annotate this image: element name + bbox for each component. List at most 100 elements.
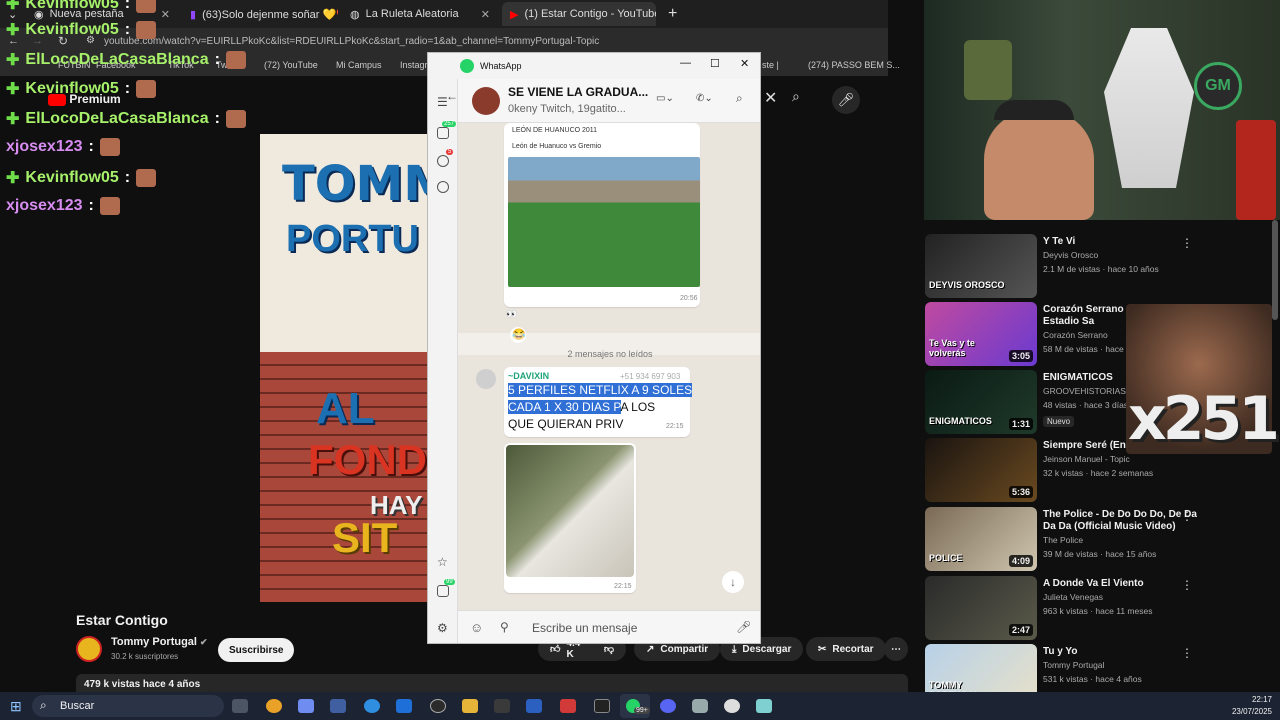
badge-icon: ✚	[6, 81, 20, 98]
bookmark-partial[interactable]: ste |	[762, 60, 779, 70]
video-thumbnail[interactable]: POLICE 4:09	[925, 507, 1037, 571]
minimize-icon[interactable]: —	[680, 57, 691, 69]
video-thumbnail[interactable]: DEYVIS OROSCO	[925, 234, 1037, 298]
more-options-icon[interactable]: ⋮	[1181, 646, 1193, 660]
chat-username: Kevinflow05	[25, 80, 119, 97]
video-thumbnail[interactable]: Te Vas y te volverás 3:05	[925, 302, 1037, 366]
star-icon[interactable]: ☆	[437, 555, 448, 569]
clock-date[interactable]: 23/07/2025	[1226, 707, 1272, 716]
bookmark-mi-campus[interactable]: Mi Campus	[336, 60, 382, 70]
recommendation-channel[interactable]: Jeinson Manuel - Topic	[1043, 454, 1130, 464]
clip-button[interactable]: ✂ Recortar	[806, 637, 886, 661]
video-player[interactable]: TOMM PORTU AL FOND HAY SIT	[260, 134, 428, 602]
outlook-icon[interactable]	[396, 699, 412, 713]
microphone-icon[interactable]: 🎤︎	[736, 620, 751, 634]
scroll-down-button[interactable]: ↓	[722, 571, 744, 593]
microphone-icon[interactable]: 🎤︎	[832, 86, 860, 114]
subscribe-button[interactable]: Suscribirse	[218, 638, 295, 662]
recommendation-title[interactable]: Tu y Yo	[1043, 646, 1203, 658]
recommendation-channel[interactable]: Tommy Portugal	[1043, 660, 1104, 670]
recommendation-channel[interactable]: Deyvis Orosco	[1043, 250, 1098, 260]
channel-name[interactable]: Tommy Portugal ✔	[111, 636, 208, 648]
recommendation-channel[interactable]: Julieta Venegas	[1043, 592, 1103, 602]
more-options-icon[interactable]: ⋮	[1181, 578, 1193, 592]
recommendation-item[interactable]: POLICE 4:09 The Police - De Do Do Do, De D…	[925, 507, 1265, 573]
recommendation-item[interactable]: DEYVIS OROSCO Y Te Vi Deyvis Orosco 2.1 M d…	[925, 234, 1265, 300]
video-thumbnail[interactable]: 2:47	[925, 576, 1037, 640]
url-field[interactable]: youtube.com/watch?v=EUIRLLPkoKc&list=RDE…	[104, 36, 599, 47]
more-options-icon[interactable]: ⋮	[1181, 236, 1193, 250]
search-icon[interactable]: ⌕	[736, 91, 743, 106]
cat-photo[interactable]	[506, 445, 634, 577]
voice-call-icon[interactable]: ✆⌄	[696, 93, 713, 104]
edge-icon[interactable]	[364, 699, 380, 713]
close-icon[interactable]: ✕	[161, 8, 170, 21]
whatsapp-taskbar-button[interactable]: 99+	[620, 694, 650, 718]
tab-youtube[interactable]: ▶ (1) Estar Contigo - YouTube 🔊 ✕	[502, 2, 656, 26]
more-options-icon[interactable]: ⋮	[1181, 509, 1193, 523]
video-thumbnail[interactable]: ENIGMATICOS 1:31	[925, 370, 1037, 434]
archive-icon[interactable]	[437, 585, 449, 597]
settings-icon[interactable]: ⚙	[437, 621, 448, 635]
discord-icon[interactable]	[660, 699, 676, 713]
football-photo[interactable]	[508, 157, 700, 287]
search-icon[interactable]: ⌕	[792, 88, 800, 105]
image-message[interactable]: 22:15	[504, 443, 636, 593]
thumbs-down-icon[interactable]: 👎︎	[604, 643, 614, 655]
close-icon[interactable]: ✕	[740, 57, 749, 70]
card-subtitle: León de Huanuco vs Gremio	[512, 143, 602, 150]
recommendation-meta: 48 vistas · hace 3 días	[1043, 400, 1129, 410]
copilot-icon[interactable]	[298, 699, 314, 713]
word-icon[interactable]	[526, 699, 542, 713]
more-actions-button[interactable]: ⋯	[884, 637, 908, 661]
maximize-icon[interactable]: ☐	[710, 57, 720, 70]
back-arrow-icon[interactable]: ←	[446, 89, 458, 103]
recommendation-item[interactable]: 2:47 A Donde Va El Viento Julieta Venegas 9…	[925, 576, 1265, 642]
task-view-icon[interactable]	[232, 699, 248, 713]
scrollbar-thumb[interactable]	[1272, 220, 1278, 320]
file-explorer-icon[interactable]	[462, 699, 478, 713]
windows-start-icon[interactable]: ⊞	[10, 698, 22, 715]
chats-icon[interactable]	[437, 127, 449, 139]
chat-header[interactable]: ← SE VIENE LA GRADUA... 0keny Twitch, 19…	[446, 79, 760, 123]
bookmark-passo-bem[interactable]: (274) PASSO BEM S...	[808, 60, 900, 70]
calls-icon[interactable]	[437, 155, 449, 167]
channel-avatar[interactable]	[76, 636, 102, 662]
message-bubble[interactable]: ~DAVIXIN +51 934 697 903 5 PERFILES NETF…	[504, 367, 693, 437]
video-thumbnail[interactable]: 5:36	[925, 438, 1037, 502]
close-icon[interactable]: ✕	[481, 8, 490, 21]
thumbnail-text-fondo: FOND	[308, 436, 427, 483]
store-icon[interactable]	[330, 699, 346, 713]
app-icon-3[interactable]	[560, 699, 576, 713]
taskbar-search[interactable]: ⌕ Buscar	[32, 695, 224, 717]
recommendation-title[interactable]: Y Te Vi	[1043, 236, 1203, 248]
message-input[interactable]: Escribe un mensaje	[532, 621, 637, 635]
clock-time[interactable]: 22:17	[1236, 695, 1272, 704]
bookmark-instagram[interactable]: Instagr	[400, 60, 428, 70]
app-icon-5[interactable]	[724, 699, 740, 713]
attach-icon[interactable]: ⚲	[500, 620, 509, 634]
shared-card[interactable]: LEÓN DE HUANUCO 2011 León de Huanuco vs …	[504, 123, 700, 307]
video-call-icon[interactable]: ▭⌄	[656, 93, 674, 104]
recommendation-channel[interactable]: Corazón Serrano	[1043, 330, 1108, 340]
tab-ruleta[interactable]: ◍ La Ruleta Aleatoria ✕	[342, 2, 498, 26]
tab-twitch[interactable]: ▮ (63)Solo dejenme soñar 💛❤️ ✕	[182, 2, 338, 26]
recommendation-channel[interactable]: GROOVEHISTORIAS	[1043, 386, 1126, 396]
app-icon-4[interactable]	[692, 699, 708, 713]
app-icon-2[interactable]	[494, 699, 510, 713]
app-icon-6[interactable]	[756, 699, 772, 713]
bookmark-youtube[interactable]: (72) YouTube	[264, 60, 318, 70]
recommendation-title[interactable]: The Police - De Do Do Do, De Da Da Da (O…	[1043, 509, 1203, 533]
recommendation-title[interactable]: A Donde Va El Viento	[1043, 578, 1203, 590]
group-avatar[interactable]	[472, 87, 500, 115]
sender-avatar[interactable]	[476, 369, 496, 389]
chrome-icon[interactable]	[266, 699, 282, 713]
capcut-icon[interactable]	[594, 699, 610, 713]
close-search-icon[interactable]: ✕	[764, 88, 782, 107]
chat-username: Kevinflow05	[25, 21, 119, 38]
recommendation-channel[interactable]: The Police	[1043, 535, 1083, 545]
new-tab-button[interactable]: +	[660, 2, 682, 26]
emoji-icon[interactable]: ☺	[470, 620, 483, 635]
app-icon[interactable]	[430, 699, 446, 713]
status-icon[interactable]	[437, 181, 449, 193]
